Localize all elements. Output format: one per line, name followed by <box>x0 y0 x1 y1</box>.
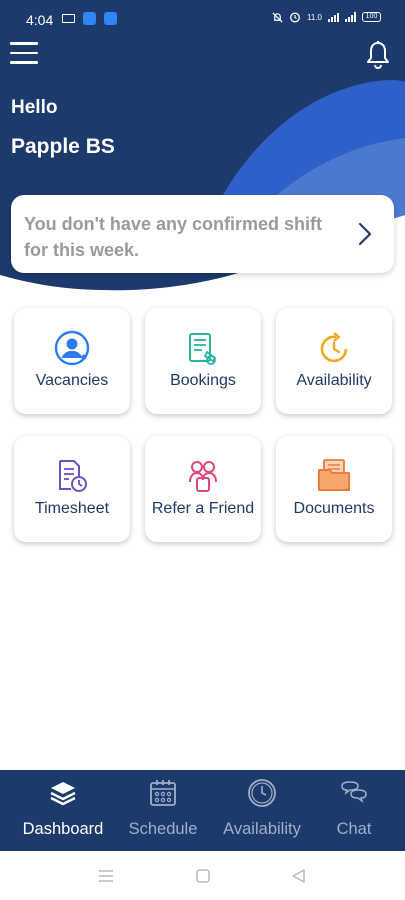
timesheet-icon <box>59 460 87 492</box>
user-name: Papple BS <box>11 135 115 158</box>
alarm-icon <box>290 12 300 23</box>
tile-label: Availability <box>296 372 372 389</box>
nav-label: Dashboard <box>22 820 104 838</box>
people-icon <box>189 461 217 492</box>
tile-label: Vacancies <box>35 372 109 389</box>
mute-icon <box>272 11 283 23</box>
usb-icon <box>104 12 117 25</box>
status-notification-icons <box>62 12 117 25</box>
calendar-icon <box>150 780 176 806</box>
signal-icon <box>328 12 339 22</box>
nav-dashboard[interactable]: Dashboard <box>14 770 112 851</box>
battery-icon: 100 <box>362 12 381 22</box>
tile-documents[interactable]: Documents <box>276 436 392 542</box>
nav-label: Availability <box>223 820 301 838</box>
tile-label: Refer a Friend <box>151 500 255 517</box>
user-circle-icon <box>54 330 90 366</box>
shift-status-message: You don't have any confirmed shift for t… <box>24 214 322 260</box>
clipboard-icon <box>189 333 217 365</box>
signal-icon-2 <box>345 12 356 22</box>
hamburger-menu-icon[interactable] <box>10 42 38 66</box>
tile-label: Timesheet <box>34 500 110 517</box>
android-icon <box>83 12 96 25</box>
nav-availability[interactable]: Availability <box>212 770 312 851</box>
nav-schedule[interactable]: Schedule <box>120 770 206 851</box>
folder-icon <box>318 459 350 491</box>
status-time: 4:04 <box>26 12 54 28</box>
status-bar: 4:04 11.0 100 <box>0 0 405 38</box>
tile-label: Bookings <box>170 372 236 389</box>
home-square-icon[interactable] <box>194 867 212 885</box>
tile-timesheet[interactable]: Timesheet <box>14 436 130 542</box>
bottom-navigation: Dashboard Schedule Availability Chat <box>0 770 405 851</box>
tile-bookings[interactable]: Bookings <box>145 308 261 414</box>
shift-status-card[interactable]: You don't have any confirmed shift for t… <box>11 195 394 273</box>
chevron-right-icon <box>358 222 372 246</box>
back-triangle-icon[interactable] <box>290 867 308 885</box>
laptop-icon <box>62 14 75 23</box>
status-system-icons: 11.0 100 <box>272 11 381 23</box>
notification-bell-icon[interactable] <box>365 40 391 70</box>
tile-label: Documents <box>293 500 375 517</box>
greeting-hello: Hello <box>11 97 58 118</box>
clock-refresh-icon <box>320 332 348 363</box>
network-speed: 11.0 <box>307 12 322 22</box>
recent-apps-icon[interactable] <box>97 867 115 885</box>
nav-label: Schedule <box>128 820 198 838</box>
nav-chat[interactable]: Chat <box>318 770 390 851</box>
dashboard-screen: 4:04 11.0 100 Hello Papple BS You don't … <box>0 0 405 900</box>
chat-bubbles-icon <box>341 781 367 804</box>
layers-icon <box>50 782 76 806</box>
clock-icon <box>248 779 276 807</box>
tile-refer-a-friend[interactable]: Refer a Friend <box>145 436 261 542</box>
system-navigation-bar <box>0 851 405 900</box>
nav-label: Chat <box>336 820 372 838</box>
tile-availability[interactable]: Availability <box>276 308 392 414</box>
tile-vacancies[interactable]: Vacancies <box>14 308 130 414</box>
